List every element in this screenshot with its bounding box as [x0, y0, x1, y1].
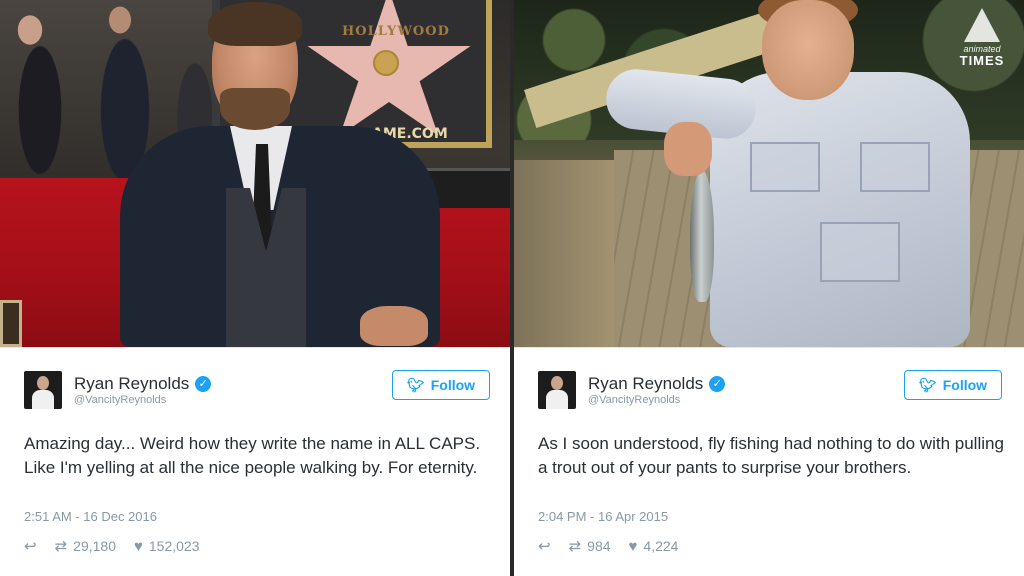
retweet-icon: ⇄ — [54, 538, 68, 555]
like-count: 152,023 — [148, 538, 200, 554]
like-button[interactable]: ♥ 152,023 — [134, 538, 200, 555]
logo-big-text: TIMES — [959, 53, 1005, 68]
avatar[interactable] — [24, 371, 62, 409]
reply-icon: ↩ — [538, 538, 551, 555]
heart-icon: ♥ — [628, 537, 638, 555]
tweet-text: As I soon understood, fly fishing had no… — [538, 434, 1004, 477]
twitter-bird-icon: 🐦︎ — [406, 376, 425, 393]
fish — [690, 170, 714, 302]
retweet-button[interactable]: ⇄ 984 — [569, 537, 611, 555]
retweet-count: 29,180 — [73, 538, 116, 554]
display-name[interactable]: Ryan Reynolds — [74, 374, 189, 394]
retweet-icon: ⇄ — [568, 538, 582, 555]
tweet-actions: ↩ ⇄ 29,180 ♥ 152,023 — [24, 537, 200, 556]
walk-of-fame-photo: HOLLYWOOD AME.COM — [0, 0, 510, 347]
like-button[interactable]: ♥ 4,224 — [629, 538, 679, 555]
tweet-timestamp[interactable]: 2:51 AM - 16 Dec 2016 — [24, 509, 157, 524]
reply-icon: ↩ — [24, 538, 37, 555]
user-handle[interactable]: @VancityReynolds — [588, 394, 680, 406]
tweet-card: Ryan Reynolds ✓ @VancityReynolds 🐦︎ Foll… — [514, 347, 1024, 576]
display-name[interactable]: Ryan Reynolds — [588, 374, 703, 394]
user-handle[interactable]: @VancityReynolds — [74, 394, 166, 406]
animated-times-logo: animated TIMES — [950, 8, 1014, 88]
tweet-timestamp[interactable]: 2:04 PM - 16 Apr 2015 — [538, 509, 668, 524]
follow-button[interactable]: 🐦︎ Follow — [392, 370, 490, 400]
tweet-panel-left: HOLLYWOOD AME.COM Ryan Reynolds ✓ @Vanci… — [0, 0, 510, 576]
boy-fishing-photo: animated TIMES — [514, 0, 1024, 347]
follow-label: Follow — [942, 377, 988, 393]
boy-hand — [664, 122, 712, 176]
follow-button[interactable]: 🐦︎ Follow — [904, 370, 1002, 400]
retweet-count: 984 — [587, 538, 611, 554]
tweet-card: Ryan Reynolds ✓ @VancityReynolds 🐦︎ Foll… — [0, 347, 510, 576]
picture-frame — [0, 300, 22, 347]
heart-icon: ♥ — [133, 537, 143, 555]
avatar[interactable] — [538, 371, 576, 409]
man-in-suit — [120, 2, 440, 347]
tweet-text: Amazing day... Weird how they write the … — [24, 434, 481, 477]
logo-triangle-icon — [964, 8, 1000, 42]
like-count: 4,224 — [643, 538, 679, 554]
tweet-actions: ↩ ⇄ 984 ♥ 4,224 — [538, 537, 679, 556]
boy-face — [762, 0, 854, 100]
tweet-panel-right: animated TIMES Ryan Reynolds ✓ @VancityR… — [514, 0, 1024, 576]
verified-badge-icon: ✓ — [709, 376, 726, 392]
retweet-button[interactable]: ⇄ 29,180 — [55, 537, 116, 555]
reply-button[interactable]: ↩ — [24, 537, 37, 555]
twitter-bird-icon: 🐦︎ — [918, 376, 937, 393]
follow-label: Follow — [430, 377, 476, 393]
verified-badge-icon: ✓ — [195, 376, 212, 392]
reply-button[interactable]: ↩ — [538, 537, 551, 555]
